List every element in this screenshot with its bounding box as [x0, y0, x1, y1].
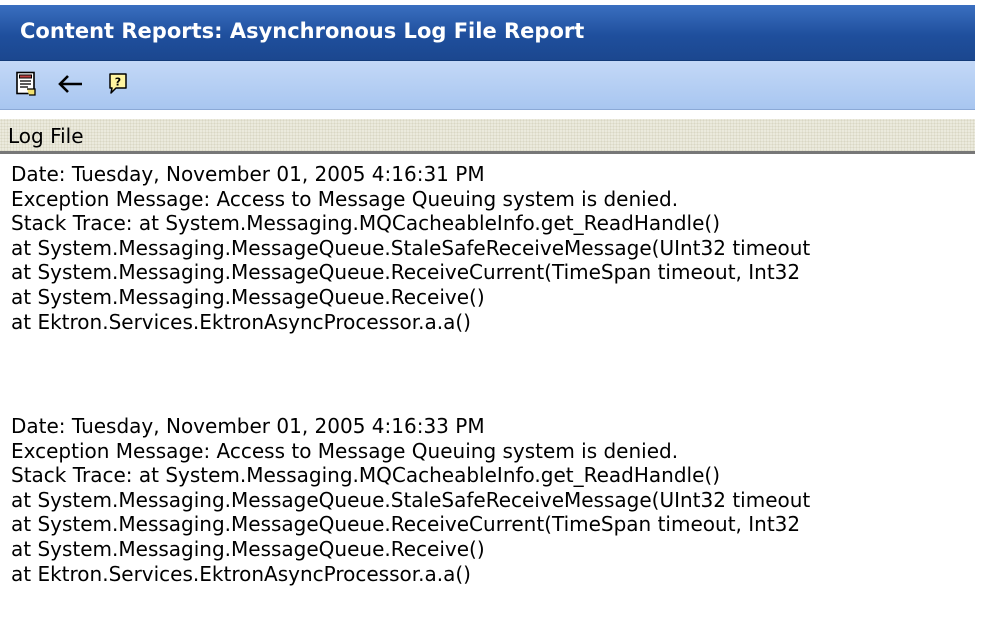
log-exception-message: Exception Message: Access to Message Que…: [11, 186, 679, 211]
help-icon[interactable]: ?: [104, 69, 132, 99]
page-title: Content Reports: Asynchronous Log File R…: [20, 19, 585, 43]
view-report-icon[interactable]: [12, 69, 40, 99]
stack-trace-line: at Ektron.Services.EktronAsyncProcessor.…: [11, 561, 471, 586]
section-title: Log File: [8, 124, 84, 148]
stack-trace-line: at Ektron.Services.EktronAsyncProcessor.…: [11, 309, 471, 334]
log-file-section-header: Log File: [0, 119, 975, 154]
log-entry: Date: Tuesday, November 01, 2005 4:16:33…: [11, 414, 975, 586]
back-arrow-icon[interactable]: [56, 69, 84, 99]
log-entry: Date: Tuesday, November 01, 2005 4:16:31…: [11, 162, 975, 334]
stack-trace-line: at System.Messaging.MessageQueue.Receive…: [11, 260, 801, 285]
title-bar: Content Reports: Asynchronous Log File R…: [0, 5, 975, 61]
stack-trace-line: at System.Messaging.MessageQueue.StaleSa…: [11, 235, 811, 260]
stack-trace-line: Stack Trace: at System.Messaging.MQCache…: [11, 463, 721, 488]
stack-trace-line: Stack Trace: at System.Messaging.MQCache…: [11, 211, 721, 236]
stack-trace-line: at System.Messaging.MessageQueue.StaleSa…: [11, 487, 811, 512]
svg-text:?: ?: [115, 76, 121, 89]
stack-trace-line: at System.Messaging.MessageQueue.Receive…: [11, 512, 801, 537]
log-exception-message: Exception Message: Access to Message Que…: [11, 438, 679, 463]
log-content: Date: Tuesday, November 01, 2005 4:16:31…: [11, 162, 975, 621]
stack-trace-line: at System.Messaging.MessageQueue.Receive…: [11, 536, 485, 561]
log-date: Date: Tuesday, November 01, 2005 4:16:33…: [11, 414, 485, 438]
log-date: Date: Tuesday, November 01, 2005 4:16:31…: [11, 162, 485, 186]
toolbar: ?: [0, 61, 975, 110]
stack-trace-line: at System.Messaging.MessageQueue.Receive…: [11, 284, 485, 309]
